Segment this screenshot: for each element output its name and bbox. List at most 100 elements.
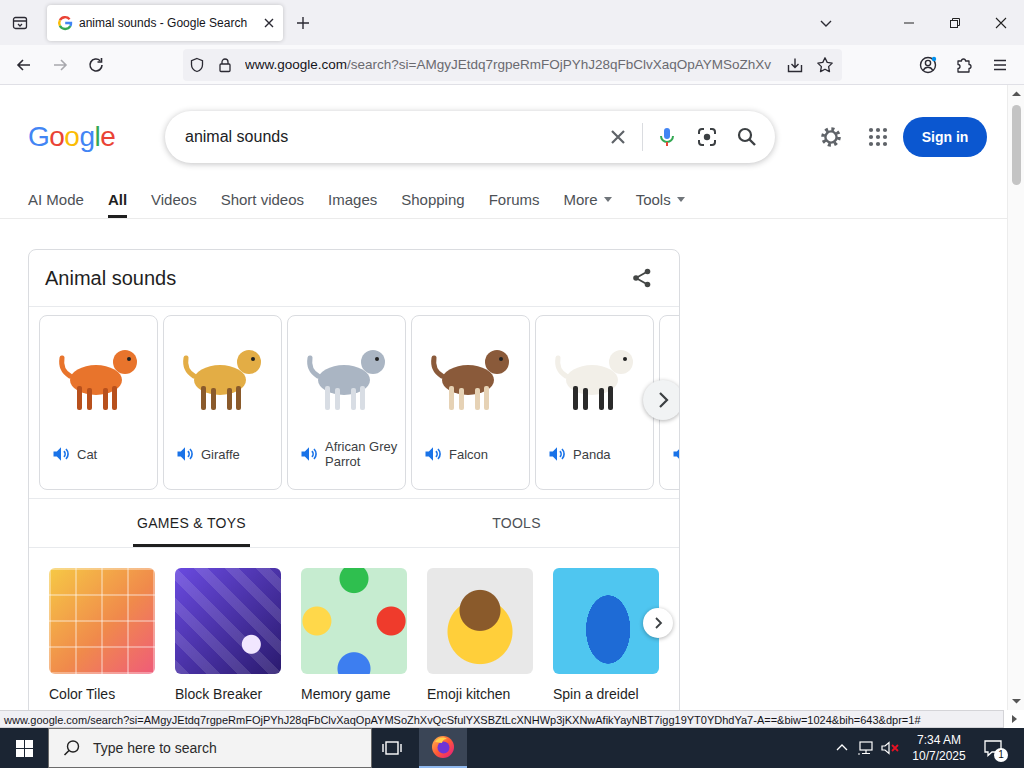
caret-icon [604,197,612,202]
game-picture [427,568,533,674]
search-tab[interactable]: AI Mode [28,183,84,218]
search-box[interactable]: animal sounds [165,111,775,163]
clear-icon[interactable] [606,125,630,149]
new-tab-button[interactable] [287,7,319,39]
maximize-button[interactable] [932,0,978,45]
chevron-right-icon [652,389,674,411]
search-tab[interactable]: More [563,183,611,218]
forward-arrow-icon [51,56,69,74]
extensions-button[interactable] [948,49,980,81]
sub-tab[interactable]: GAMES & TOYS [29,499,354,547]
search-tab[interactable]: Images [328,183,377,218]
notification-badge: 1 [994,748,1008,762]
game-name: Spin a dreidel [553,686,659,702]
network-button[interactable] [854,728,878,768]
minimize-button[interactable] [886,0,932,45]
speaker-icon [175,444,195,464]
search-tabs: AI Mode All Videos Short videos Images Shoppi… [0,183,1007,219]
scroll-up-icon[interactable] [1008,87,1024,101]
search-tab[interactable]: Short videos [221,183,304,218]
vertical-scrollbar[interactable] [1007,85,1024,710]
search-input[interactable]: animal sounds [185,128,590,146]
next-animals-button[interactable] [643,380,679,420]
game-tile[interactable]: Emoji kitchen [427,568,533,702]
animal-illustration-icon [545,328,645,418]
list-all-tabs-button[interactable] [810,7,842,39]
restore-icon [949,17,961,29]
game-tile[interactable]: Memory game [301,568,407,702]
game-tile[interactable]: Spin a dreidel [553,568,659,702]
start-button[interactable] [0,728,48,768]
plus-icon [295,15,311,31]
share-icon[interactable] [631,267,653,289]
scroll-thumb[interactable] [1012,105,1021,185]
firefox-taskbar-button[interactable] [419,728,467,768]
search-icon[interactable] [735,125,759,149]
settings-button[interactable] [811,117,851,157]
back-button[interactable] [8,49,40,81]
scroll-right-icon[interactable] [1004,712,1024,726]
speaker-icon [51,444,71,464]
game-picture [49,568,155,674]
divider [642,123,643,151]
animal-picture [536,316,653,429]
search-tab[interactable]: Tools [636,183,685,218]
google-logo[interactable]: Google [28,121,120,153]
animal-carousel: CatGiraffeAfrican Grey ParrotFalconPanda [29,307,679,499]
task-view-icon [381,739,403,757]
animal-label: Cat [40,429,157,489]
close-icon [995,17,1007,29]
tab-bar: animal sounds - Google Search [0,0,1024,45]
tab-title: animal sounds - Google Search [79,16,255,30]
forward-button[interactable] [44,49,76,81]
web-page: Google animal sounds Sign in AI Mode All Vide… [0,85,1024,710]
speaker-icon [547,444,567,464]
screen: animal sounds - Google Search www.google.… [0,0,1024,768]
animal-label: Panda [536,429,653,489]
scroll-down-icon[interactable] [1008,694,1024,708]
reload-button[interactable] [80,49,112,81]
game-picture [175,568,281,674]
sub-tabs: GAMES & TOYSTOOLS [29,499,679,548]
search-tab[interactable]: Shopping [401,183,464,218]
sub-tab[interactable]: TOOLS [354,499,679,547]
hamburger-icon [991,56,1009,74]
game-tile[interactable]: Color Tiles [49,568,155,702]
animal-card[interactable]: Falcon [411,315,530,490]
browser-tab[interactable]: animal sounds - Google Search [47,5,283,41]
next-games-button[interactable] [643,608,673,638]
show-hidden-icons-button[interactable] [830,728,854,768]
save-page-icon[interactable] [786,56,804,74]
animal-card[interactable]: Giraffe [163,315,282,490]
sign-in-button[interactable]: Sign in [903,117,987,157]
apps-button[interactable] [858,117,898,157]
animal-card[interactable]: Cat [39,315,158,490]
microphone-icon[interactable] [655,125,679,149]
search-tab[interactable]: Videos [151,183,197,218]
game-tile[interactable]: Block Breaker [175,568,281,702]
account-button[interactable] [912,49,944,81]
volume-button[interactable] [878,728,902,768]
task-view-button[interactable] [372,728,412,768]
address-bar[interactable]: www.google.com/search?si=AMgyJEtdq7rgpeR… [183,49,842,81]
speaker-icon [671,444,679,464]
status-bar: www.google.com/search?si=AMgyJEtdq7rgpeR… [0,710,1024,728]
clock[interactable]: 7:34 AM10/7/2025 [908,732,970,764]
bookmark-star-icon[interactable] [816,56,834,74]
search-tab[interactable]: All [108,183,127,218]
notifications-button[interactable]: 1 [976,728,1010,768]
search-tab[interactable]: Forums [489,183,540,218]
taskbar-search[interactable]: Type here to search [48,728,372,768]
close-tab-icon[interactable] [261,15,277,31]
animal-card[interactable]: African Grey Parrot [287,315,406,490]
windows-logo-icon [16,740,33,757]
animal-card[interactable]: Panda [535,315,654,490]
speaker-icon [423,444,443,464]
camera-lens-icon[interactable] [695,125,719,149]
google-favicon-icon [57,15,73,31]
speaker-icon [299,444,319,464]
tab-list-button[interactable] [4,7,36,39]
animal-picture [288,316,405,429]
close-window-button[interactable] [978,0,1024,45]
menu-button[interactable] [984,49,1016,81]
